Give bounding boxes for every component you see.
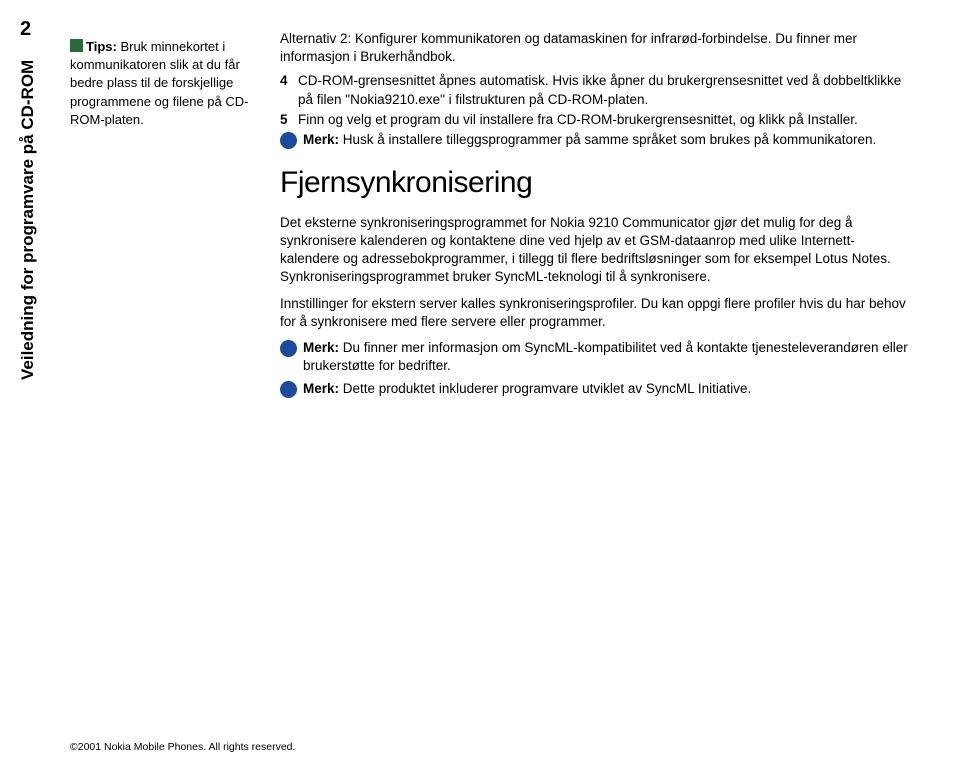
tips-icon bbox=[70, 39, 83, 52]
note-body: Merk: Du finner mer informasjon om SyncM… bbox=[303, 339, 910, 375]
tips-label: Tips: bbox=[86, 39, 117, 54]
note-block: Merk: Husk å installere tilleggsprogramm… bbox=[280, 131, 910, 149]
note-body: Merk: Husk å installere tilleggsprogramm… bbox=[303, 131, 910, 149]
section-title: Fjernsynkronisering bbox=[280, 163, 910, 204]
note-icon bbox=[280, 132, 297, 149]
content-area: Tips: Bruk minnekortet i kommunikatoren … bbox=[70, 30, 910, 402]
copyright-footer: ©2001 Nokia Mobile Phones. All rights re… bbox=[70, 741, 295, 753]
section-header-vertical: Veiledning for programvare på CD-ROM bbox=[18, 60, 38, 380]
intro-paragraph: Alternativ 2: Konfigurer kommunikatoren … bbox=[280, 30, 910, 66]
step-text: Finn og velg et program du vil installer… bbox=[298, 111, 910, 129]
note-block: Merk: Dette produktet inkluderer program… bbox=[280, 380, 910, 398]
note-label: Merk: bbox=[303, 132, 339, 147]
step-number: 4 bbox=[280, 72, 298, 108]
step-4: 4 CD-ROM-grensesnittet åpnes automatisk.… bbox=[280, 72, 910, 108]
note-icon bbox=[280, 381, 297, 398]
note-body: Merk: Dette produktet inkluderer program… bbox=[303, 380, 910, 398]
page-number: 2 bbox=[20, 18, 31, 41]
note-icon bbox=[280, 340, 297, 357]
note-label: Merk: bbox=[303, 340, 339, 355]
note-text: Husk å installere tilleggsprogrammer på … bbox=[339, 132, 876, 147]
step-5: 5 Finn og velg et program du vil install… bbox=[280, 111, 910, 129]
step-number: 5 bbox=[280, 111, 298, 129]
sidebar: Tips: Bruk minnekortet i kommunikatoren … bbox=[70, 30, 250, 402]
step-text: CD-ROM-grensesnittet åpnes automatisk. H… bbox=[298, 72, 910, 108]
paragraph: Innstillinger for ekstern server kalles … bbox=[280, 295, 910, 331]
paragraph: Det eksterne synkroniseringsprogrammet f… bbox=[280, 214, 910, 287]
note-text: Dette produktet inkluderer programvare u… bbox=[339, 381, 751, 396]
note-text: Du finner mer informasjon om SyncML-komp… bbox=[303, 340, 908, 373]
note-label: Merk: bbox=[303, 381, 339, 396]
main-column: Alternativ 2: Konfigurer kommunikatoren … bbox=[280, 30, 910, 402]
note-block: Merk: Du finner mer informasjon om SyncM… bbox=[280, 339, 910, 375]
tips-block: Tips: Bruk minnekortet i kommunikatoren … bbox=[70, 38, 250, 129]
